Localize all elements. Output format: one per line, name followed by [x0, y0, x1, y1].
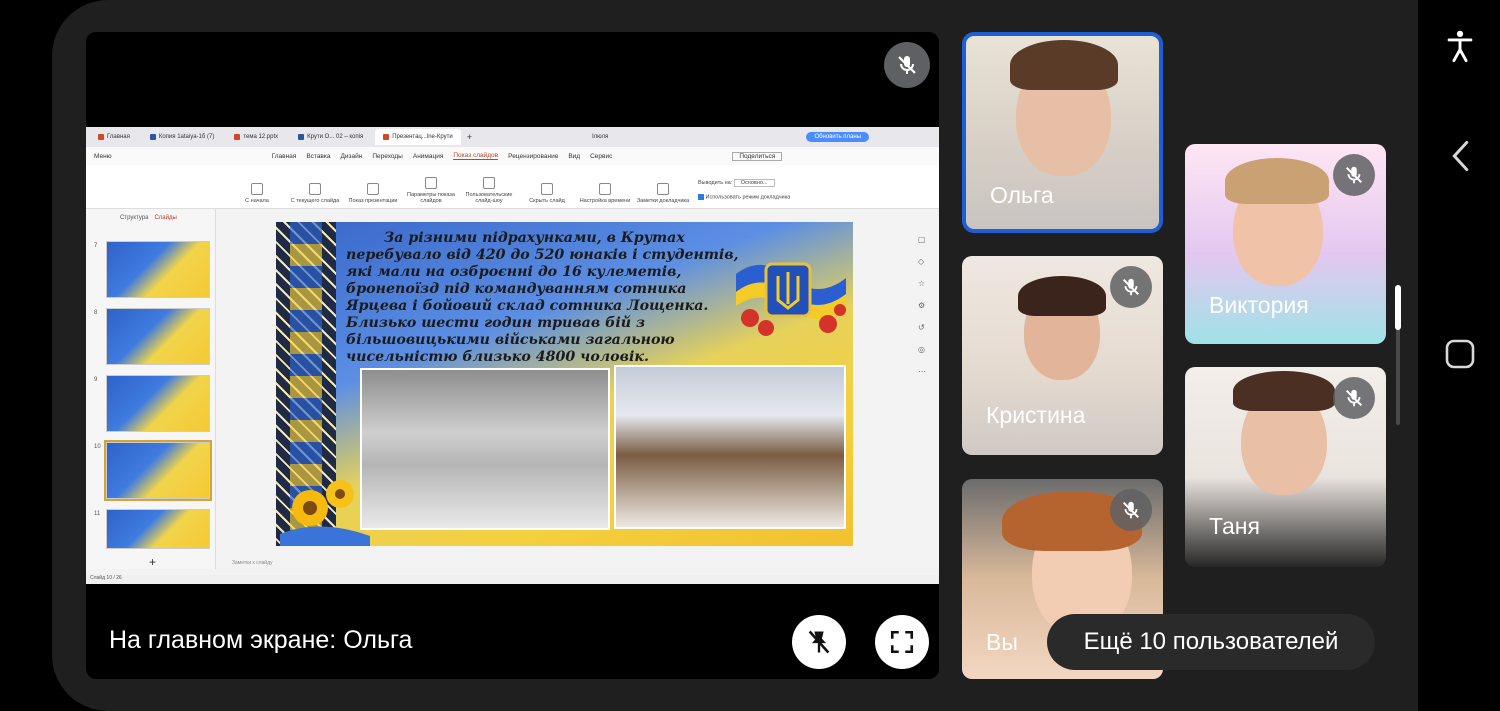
- participant-hair: [1233, 371, 1335, 411]
- mic-off-icon: [1333, 154, 1375, 196]
- participant-name: Таня: [1209, 513, 1260, 539]
- ppt-tab[interactable]: тема 12.pptx: [226, 129, 286, 145]
- stage-mic-off-icon: [884, 42, 930, 88]
- home-button[interactable]: [1440, 334, 1480, 374]
- battle-painting-right: [614, 365, 846, 529]
- ribbon-button[interactable]: Параметры показа слайдов: [404, 177, 458, 204]
- participant-name: Кристина: [986, 402, 1086, 428]
- participant-name: Вы: [986, 629, 1018, 655]
- more-participants-button[interactable]: Ещё 10 пользователей: [1047, 614, 1375, 670]
- ribbon-button[interactable]: С текущего слайда: [288, 183, 342, 204]
- ppt-tab[interactable]: Главная: [90, 129, 138, 145]
- ppt-menu-item[interactable]: Переходы: [372, 153, 403, 160]
- ribbon-button[interactable]: Заметки докладчика: [636, 183, 690, 204]
- participant-hair: [1225, 158, 1329, 204]
- toolbar-icon[interactable]: ↺: [918, 323, 934, 345]
- fullscreen-button[interactable]: [875, 615, 929, 669]
- ppt-menubar: Меню Главная Вставка Дизайн Переходы Ани…: [86, 147, 939, 165]
- accessibility-icon: [1447, 30, 1473, 63]
- slide-number: 8: [94, 310, 98, 316]
- ppt-menu-item[interactable]: Главная: [272, 153, 297, 160]
- slide-number: 10: [94, 444, 101, 450]
- ribbon-button[interactable]: Пользовательские слайд-шоу: [462, 177, 516, 204]
- ribbon-button[interactable]: Показ презентации: [346, 183, 400, 204]
- ribbon-button[interactable]: Скрыть слайд: [520, 183, 574, 204]
- ppt-tab[interactable]: Копия 1ataiya-1б (7): [142, 129, 222, 145]
- ppt-user[interactable]: Ілюля: [592, 134, 608, 140]
- device: Главная Копия 1ataiya-1б (7) тема 12.ppt…: [0, 0, 1500, 711]
- participant-tile-viktoria[interactable]: Виктория: [1185, 144, 1386, 344]
- ppt-ribbon: С начала С текущего слайда Показ презент…: [86, 165, 939, 209]
- fullscreen-icon: [890, 630, 914, 654]
- participant-tile-olga[interactable]: Ольга: [962, 32, 1163, 233]
- ppt-menu-item[interactable]: Дизайн: [341, 153, 363, 160]
- slide-number: 11: [94, 511, 101, 517]
- unpin-button[interactable]: [792, 615, 846, 669]
- participant-tile-kristina[interactable]: Кристина: [962, 256, 1163, 455]
- ppt-right-toolbar: ▢ ◇ ☆ ⚙ ↺ ◎ ⋯: [918, 235, 934, 389]
- ppt-tab-bar: Главная Копия 1ataiya-1б (7) тема 12.ppt…: [86, 127, 939, 147]
- participant-hair: [1018, 276, 1106, 316]
- ppt-share-label[interactable]: Поделиться: [732, 151, 783, 161]
- tiles-scroll-thumb[interactable]: [1395, 285, 1401, 330]
- toolbar-icon[interactable]: ◇: [918, 257, 934, 279]
- add-tab-icon[interactable]: +: [467, 132, 472, 142]
- participant-name: Ольга: [990, 182, 1054, 208]
- ppt-menu-item[interactable]: Анимация: [413, 153, 444, 160]
- presenter-checkbox[interactable]: [698, 193, 704, 200]
- toolbar-icon[interactable]: ☆: [918, 279, 934, 301]
- add-slide-icon[interactable]: +: [149, 555, 156, 569]
- slide-number: 9: [94, 377, 98, 383]
- toolbar-icon[interactable]: ▢: [918, 235, 934, 257]
- ppt-menu-item[interactable]: Рецензирование: [508, 153, 558, 160]
- home-square-icon: [1445, 339, 1475, 369]
- ribbon-button[interactable]: Настройка времени: [578, 183, 632, 204]
- accessibility-button[interactable]: [1440, 26, 1480, 66]
- ppt-menu-item[interactable]: Меню: [94, 153, 112, 160]
- slides-panel: Структура Слайды 7 8 9 10 11: [86, 209, 216, 569]
- unpin-icon: [808, 630, 830, 654]
- shared-presentation: Главная Копия 1ataiya-1б (7) тема 12.ppt…: [86, 127, 939, 584]
- output-select[interactable]: Основно...: [733, 178, 775, 187]
- current-slide: За різними підрахунками, в Крутах перебу…: [276, 222, 853, 546]
- mic-off-icon: [1110, 266, 1152, 308]
- slide-thumbnail[interactable]: [106, 375, 210, 432]
- sunflowers-icon: [280, 480, 370, 546]
- ppt-menu-item[interactable]: Вставка: [306, 153, 330, 160]
- ppt-menu-item-active[interactable]: Показ слайдов: [453, 152, 499, 160]
- slide-thumbnail-selected[interactable]: [104, 440, 212, 501]
- slide-text: За різними підрахунками, в Крутах перебу…: [346, 230, 739, 365]
- ppt-tab-active[interactable]: Презентац...lne-Крути: [375, 129, 461, 145]
- participant-hair: [1010, 40, 1118, 90]
- ppt-menu-item[interactable]: Сервис: [590, 153, 612, 160]
- ppt-status-bar: Слайд 10 / 26: [86, 575, 939, 584]
- stage-caption: На главном экране: Ольга: [109, 626, 413, 654]
- back-chevron-icon: [1452, 140, 1469, 172]
- side-tab-slides[interactable]: Слайды: [154, 215, 176, 221]
- slide-thumbnail[interactable]: [106, 241, 210, 298]
- ribbon-output-group: Выводить на: Основно... Использовать реж…: [698, 178, 791, 200]
- ukraine-emblem-icon: [736, 262, 846, 336]
- slide-number: 7: [94, 243, 98, 249]
- slide-thumbnail[interactable]: [106, 308, 210, 365]
- back-button[interactable]: [1440, 136, 1480, 176]
- toolbar-icon[interactable]: ⚙: [918, 301, 934, 323]
- toolbar-icon[interactable]: ⋯: [918, 367, 934, 389]
- participant-name: Виктория: [1209, 292, 1309, 318]
- mic-off-icon: [1333, 377, 1375, 419]
- side-tab-outline[interactable]: Структура: [120, 215, 148, 221]
- ppt-update-button[interactable]: Обновить планы: [806, 132, 869, 142]
- battle-photo-left: [360, 368, 610, 530]
- ribbon-button[interactable]: С начала: [230, 183, 284, 204]
- slide-thumbnail[interactable]: [106, 509, 210, 549]
- toolbar-icon[interactable]: ◎: [918, 345, 934, 367]
- ppt-tab[interactable]: Крути О... 02 – копія: [290, 129, 371, 145]
- notes-placeholder[interactable]: Заметки к слайду: [232, 560, 273, 566]
- mic-off-icon: [1110, 489, 1152, 531]
- participant-tile-tanya[interactable]: Таня: [1185, 367, 1386, 567]
- ppt-menu-item[interactable]: Вид: [568, 153, 580, 160]
